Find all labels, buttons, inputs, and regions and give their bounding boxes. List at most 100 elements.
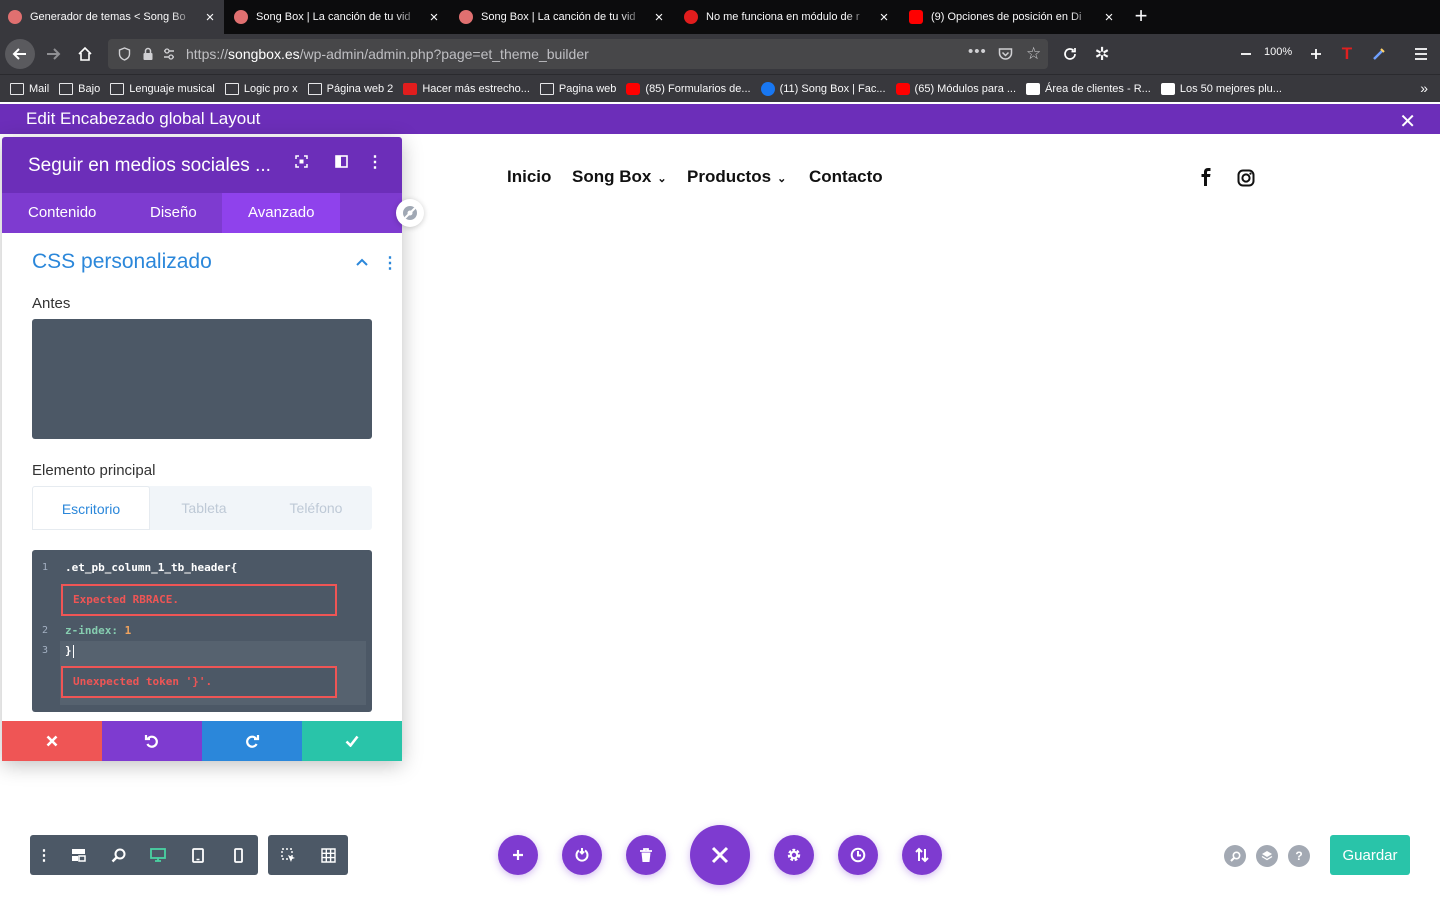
new-tab-button[interactable]: + [1130,5,1152,28]
help-icon[interactable]: ? [1288,845,1310,867]
discard-button[interactable] [2,721,102,761]
select-icon[interactable] [268,835,308,875]
tab-telefono[interactable]: Teléfono [260,486,372,530]
close-tab-icon[interactable]: × [204,9,216,26]
tab-escritorio[interactable]: Escritorio [32,486,150,530]
instagram-icon[interactable] [1237,169,1255,192]
split-view-icon[interactable] [332,155,350,171]
bookmark-folder[interactable]: Pagina web [539,82,617,95]
bookmark-folder[interactable]: Bajo [59,82,100,95]
bookmark-link[interactable]: (85) Formularios de... [626,82,751,95]
main-element-css-editor[interactable]: 1 .et_pb_column_1_tb_header{ Expected RB… [32,550,372,712]
history-button[interactable] [838,835,878,875]
bookmark-star-icon[interactable]: ☆ [1026,44,1041,64]
bookmark-link[interactable]: (65) Módulos para ... [895,82,1017,95]
menu-item-song-box[interactable]: Song Box ⌄ [572,167,667,187]
undo-button[interactable] [102,721,202,761]
search-icon[interactable] [1224,845,1246,867]
menu-item-contacto[interactable]: Contacto [809,167,883,187]
clear-layout-button[interactable] [626,835,666,875]
hamburger-menu-icon[interactable] [1406,39,1436,69]
add-button[interactable] [498,835,538,875]
extension-gear-icon[interactable]: ✲ [1087,39,1117,69]
extension-pen-icon[interactable] [1364,39,1394,69]
redo-button[interactable] [202,721,302,761]
tab-tableta[interactable]: Tableta [150,486,258,530]
forward-button[interactable] [38,39,68,69]
bookmark-folder[interactable]: Mail [10,82,49,95]
section-title[interactable]: CSS personalizado [32,250,212,274]
save-button[interactable]: Guardar [1330,835,1410,875]
phone-icon[interactable] [218,835,258,875]
bookmark-link[interactable]: Los 50 mejores plu... [1160,82,1282,95]
desktop-icon[interactable] [138,835,178,875]
home-button[interactable] [70,39,100,69]
reload-button[interactable] [1055,39,1085,69]
power-icon [575,848,589,862]
hide-panel-icon[interactable] [396,199,424,227]
bookmark-label: (65) Módulos para ... [914,82,1017,95]
text-cursor [72,644,74,658]
url-bar[interactable]: https://songbox.es/wp-admin/admin.php?pa… [108,39,1048,69]
tab-avanzado[interactable]: Avanzado [222,193,341,233]
close-tab-icon[interactable]: × [428,9,440,26]
more-icon[interactable]: ⋮ [30,835,58,875]
lock-icon[interactable] [142,47,154,64]
close-tab-icon[interactable]: × [1103,9,1115,26]
expand-icon[interactable] [292,155,310,171]
zoom-icon[interactable] [98,835,138,875]
bookmark-link[interactable]: Hacer más estrecho... [403,82,530,95]
history-icon [850,847,866,863]
bookmark-folder[interactable]: Página web 2 [307,82,393,95]
page-actions-icon[interactable]: ••• [968,43,987,60]
zoom-out-button[interactable] [1231,39,1261,69]
grid-icon[interactable] [308,835,348,875]
bookmark-label: (85) Formularios de... [645,82,751,95]
menu-item-inicio[interactable]: Inicio [507,167,551,187]
bookmarks-overflow-icon[interactable]: » [1420,80,1428,96]
close-tab-icon[interactable]: × [878,9,890,26]
portability-button[interactable] [562,835,602,875]
before-css-editor[interactable] [32,319,372,439]
browser-tab[interactable]: Song Box | La canción de tu vid × [226,0,448,34]
back-button[interactable] [5,39,35,69]
browser-tab[interactable]: No me funciona en módulo de r × [676,0,898,34]
bookmark-link[interactable]: Área de clientes - R... [1026,82,1151,95]
bookmark-folder[interactable]: Lenguaje musical [110,82,215,95]
wireframe-icon[interactable] [58,835,98,875]
tab-diseno[interactable]: Diseño [124,193,223,233]
chevron-up-icon[interactable] [356,253,368,269]
more-options-icon[interactable]: ⋮ [366,152,384,172]
site-permissions-icon[interactable] [162,47,176,64]
browser-tab[interactable]: Generador de temas < Song Bo × [0,0,224,34]
pocket-icon[interactable] [998,47,1013,64]
menu-item-productos[interactable]: Productos ⌄ [687,167,786,187]
layers-icon[interactable] [1256,845,1278,867]
close-tab-icon[interactable]: × [653,9,665,26]
facebook-icon[interactable] [1198,168,1214,191]
zoom-level[interactable]: 100% [1264,46,1292,58]
youtube-icon [895,82,910,95]
bookmark-label: Pagina web [558,82,617,95]
tablet-icon[interactable] [178,835,218,875]
close-layout-icon[interactable]: ✕ [1399,109,1416,134]
save-settings-button[interactable] [302,721,402,761]
bookmark-link[interactable]: (11) Song Box | Fac... [760,81,886,96]
wu-icon [403,82,418,95]
home-icon [78,46,92,61]
page-settings-button[interactable] [774,835,814,875]
tab-contenido[interactable]: Contenido [2,193,122,233]
facebook-icon [760,81,775,96]
section-more-icon[interactable]: ⋮ [382,253,398,273]
close-builder-button[interactable] [690,825,750,885]
bookmark-folder[interactable]: Logic pro x [224,82,298,95]
portability-sort-button[interactable] [902,835,942,875]
zoom-in-button[interactable] [1301,39,1331,69]
browser-tab[interactable]: Song Box | La canción de tu vid × [451,0,673,34]
browser-toolbar: https://songbox.es/wp-admin/admin.php?pa… [0,34,1440,74]
shield-icon[interactable] [118,47,131,64]
wordpress-icon [1160,82,1175,95]
line-number: 2 [42,625,49,636]
browser-tab[interactable]: (9) Opciones de posición en Di × [901,0,1123,34]
extension-t-icon[interactable]: T [1332,39,1362,69]
